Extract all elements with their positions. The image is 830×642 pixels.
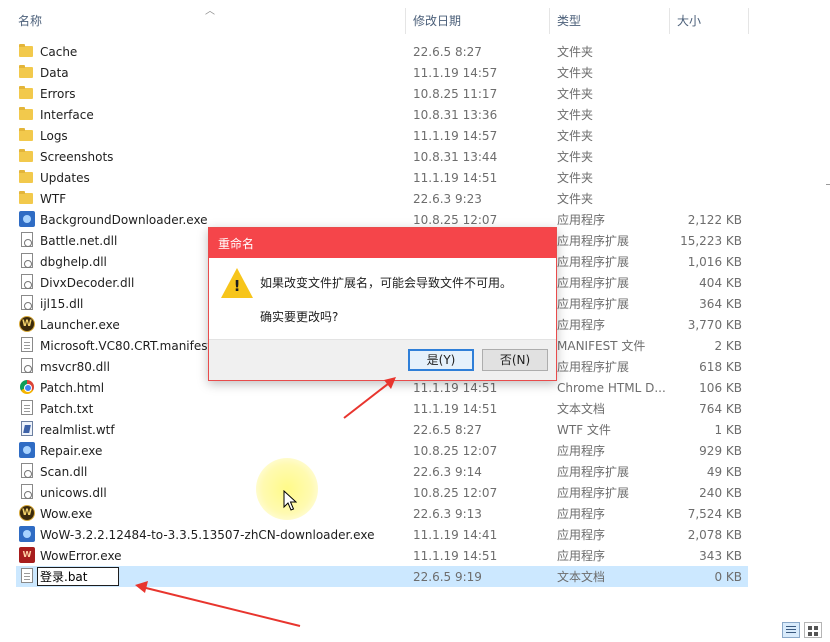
scrollbar-edge [826, 184, 830, 185]
annotation-arrow-to-yes [343, 379, 394, 419]
arrowhead-icon [135, 581, 148, 593]
large-icons-view-button[interactable] [804, 622, 822, 638]
view-toggle [780, 622, 828, 640]
arrowhead-icon [384, 377, 396, 389]
details-view-button[interactable] [782, 622, 800, 638]
annotation-arrow-to-bat [141, 586, 301, 627]
annotation-overlay [135, 377, 396, 627]
